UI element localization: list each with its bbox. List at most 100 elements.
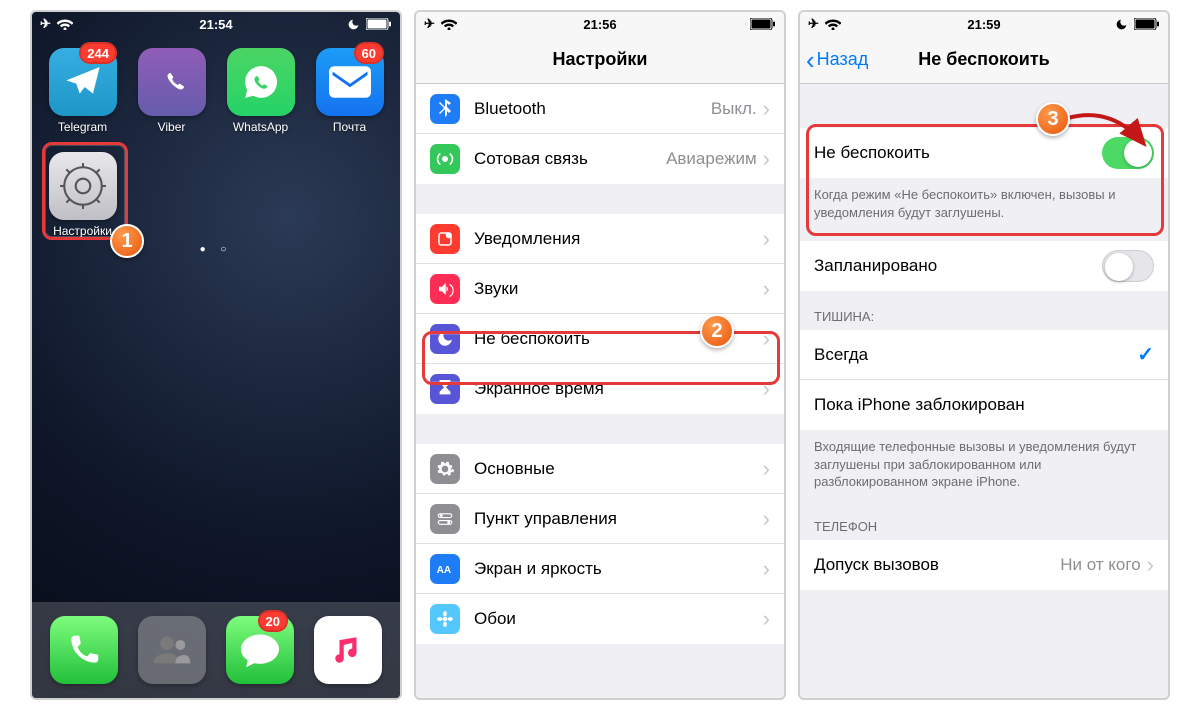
settings-row-notifications[interactable]: Уведомления› [416,214,784,264]
scheduled-row[interactable]: Запланировано [800,241,1168,291]
phone-dnd-screen: ✈︎ 21:59 ‹ Назад Не беспокоить Не беспок… [798,10,1170,700]
airplane-icon: ✈︎ [808,16,819,32]
moon-icon [347,18,360,31]
app-viber[interactable]: Viber [131,48,212,134]
sounds-icon [430,274,460,304]
settings-group-notifications: Уведомления›Звуки›Не беспокоить›Экранное… [416,214,784,414]
status-time: 21:59 [967,17,1000,32]
svg-text:AA: AA [437,565,451,576]
chevron-right-icon: › [763,146,770,172]
silence-options: Всегда✓ Пока iPhone заблокирован [800,330,1168,430]
chevron-right-icon: › [763,556,770,582]
row-label: Звуки [474,279,763,299]
row-label: Запланировано [814,256,1102,276]
battery-icon [750,18,776,30]
settings-group-connectivity: BluetoothВыкл.› Сотовая связьАвиарежим › [416,84,784,184]
chevron-right-icon: › [763,276,770,302]
badge: 244 [79,42,117,64]
phone-icon [50,616,118,684]
settings-row-sounds[interactable]: Звуки› [416,264,784,314]
settings-row-controlcenter[interactable]: Пункт управления› [416,494,784,544]
app-whatsapp[interactable]: WhatsApp [220,48,301,134]
viber-icon [138,48,206,116]
back-button[interactable]: ‹ Назад [806,47,868,73]
music-icon [314,616,382,684]
wifi-icon [825,18,841,30]
phone-home-screen: ✈︎ 21:54 244 Telegram [30,10,402,700]
row-label: Сотовая связь [474,149,666,169]
row-label: Основные [474,459,763,479]
badge: 60 [354,42,384,64]
dock-phone[interactable] [50,616,118,684]
back-label: Назад [817,49,869,70]
app-label: Почта [333,120,366,134]
silence-footer: Входящие телефонные вызовы и уведомления… [800,430,1168,501]
app-settings[interactable]: Настройки [42,152,123,238]
row-label: Не беспокоить [814,143,1102,163]
status-bar: ✈︎ 21:59 [800,12,1168,36]
scheduled-toggle[interactable] [1102,250,1154,282]
row-label: Экран и яркость [474,559,763,579]
phone-settings-screen: ✈︎ 21:56 Настройки BluetoothВыкл.›Сотова… [414,10,786,700]
dnd-icon [430,324,460,354]
chevron-right-icon: › [763,376,770,402]
app-mail[interactable]: 60 Почта [309,48,390,134]
airplane-icon: ✈︎ [40,16,51,32]
row-label: Bluetooth [474,99,711,119]
display-icon: AA [430,554,460,584]
settings-row-screentime[interactable]: Экранное время› [416,364,784,414]
nav-header: ‹ Назад Не беспокоить [800,36,1168,84]
moon-icon [1115,18,1128,31]
contacts-icon [138,616,206,684]
dnd-footer: Когда режим «Не беспокоить» включен, выз… [800,178,1168,231]
dock: 20 [32,602,400,698]
phone-header: ТЕЛЕФОН [800,501,1168,540]
settings-row-cellular[interactable]: Сотовая связьАвиарежим › [416,134,784,184]
battery-icon [1134,18,1160,30]
row-label: Экранное время [474,379,763,399]
page-dots: ● ○ [32,238,400,263]
whatsapp-icon [227,48,295,116]
app-label: WhatsApp [233,120,288,134]
status-time: 21:54 [199,17,232,32]
notifications-icon [430,224,460,254]
settings-row-display[interactable]: AA Экран и яркость› [416,544,784,594]
page-title: Не беспокоить [918,49,1050,70]
dock-music[interactable] [314,616,382,684]
chevron-right-icon: › [763,506,770,532]
wifi-icon [57,18,73,30]
status-bar: ✈︎ 21:54 [32,12,400,36]
row-label: Допуск вызовов [814,555,1060,575]
battery-icon [366,18,392,30]
app-telegram[interactable]: 244 Telegram [42,48,123,134]
chevron-right-icon: › [763,326,770,352]
settings-icon [49,152,117,220]
dnd-toggle[interactable] [1102,137,1154,169]
silence-option[interactable]: Всегда✓ [800,330,1168,380]
badge: 20 [258,610,288,632]
allow-calls-row[interactable]: Допуск вызовов Ни от кого › [800,540,1168,590]
dock-contacts[interactable] [138,616,206,684]
silence-option[interactable]: Пока iPhone заблокирован [800,380,1168,430]
chevron-right-icon: › [763,456,770,482]
row-label: Пока iPhone заблокирован [814,395,1154,415]
wifi-icon [441,18,457,30]
settings-group-general: Основные›Пункт управления›AAЭкран и ярко… [416,444,784,644]
settings-row-wallpaper[interactable]: Обои› [416,594,784,644]
screentime-icon [430,374,460,404]
callout-1: 1 [110,224,144,258]
chevron-right-icon: › [1147,552,1154,578]
settings-row-bluetooth[interactable]: BluetoothВыкл.› [416,84,784,134]
app-label: Настройки [53,224,112,238]
controlcenter-icon [430,504,460,534]
row-label: Обои [474,609,763,629]
chevron-right-icon: › [763,226,770,252]
row-detail: Авиарежим [666,149,757,169]
dock-messages[interactable]: 20 [226,616,294,684]
dnd-toggle-row[interactable]: Не беспокоить [800,128,1168,178]
status-time: 21:56 [583,17,616,32]
cellular-icon [430,144,460,174]
airplane-icon: ✈︎ [424,16,435,32]
row-label: Всегда [814,345,1137,365]
settings-row-general[interactable]: Основные› [416,444,784,494]
